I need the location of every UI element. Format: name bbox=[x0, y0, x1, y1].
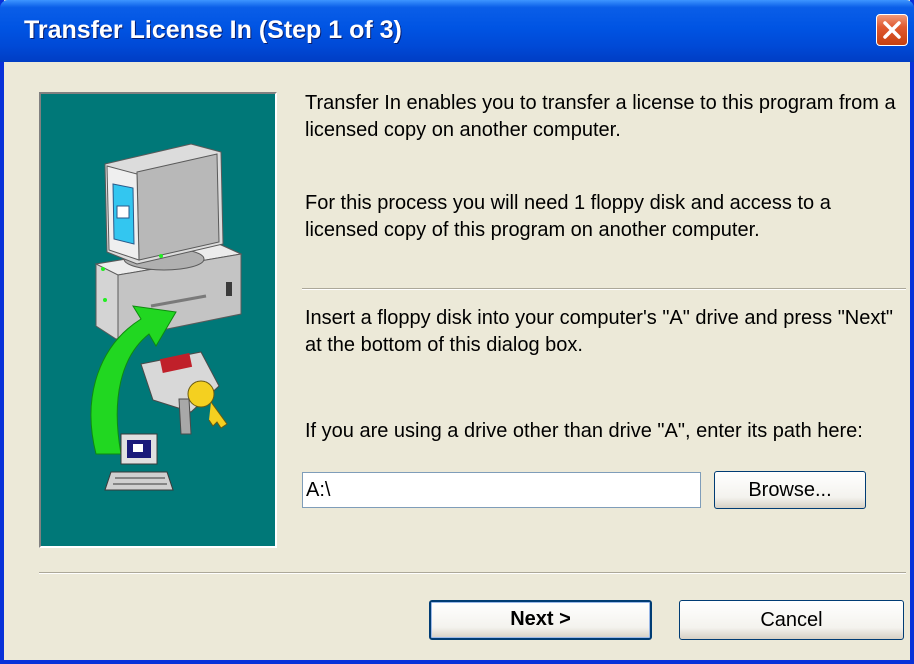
keys-icon bbox=[140, 351, 228, 435]
cancel-button[interactable]: Cancel bbox=[679, 600, 904, 640]
dialog-body: Transfer In enables you to transfer a li… bbox=[4, 62, 910, 660]
requirement-text: For this process you will need 1 floppy … bbox=[305, 192, 831, 241]
next-button[interactable]: Next > bbox=[429, 600, 652, 640]
top-divider bbox=[302, 288, 906, 290]
intro-text: Transfer In enables you to transfer a li… bbox=[305, 92, 896, 141]
instruction-text: Insert a floppy disk into your computer'… bbox=[305, 307, 894, 356]
drive-path-input[interactable] bbox=[302, 472, 701, 508]
close-button[interactable] bbox=[876, 14, 908, 46]
wizard-illustration bbox=[39, 92, 277, 548]
browse-button[interactable]: Browse... bbox=[714, 471, 866, 509]
title-bar[interactable]: Transfer License In (Step 1 of 3) bbox=[0, 0, 914, 62]
path-prompt-label: If you are using a drive other than driv… bbox=[305, 420, 863, 442]
dialog-window: Transfer License In (Step 1 of 3) Transf… bbox=[0, 0, 914, 664]
bottom-divider bbox=[39, 572, 906, 574]
close-icon bbox=[883, 21, 901, 39]
window-title: Transfer License In (Step 1 of 3) bbox=[24, 16, 402, 44]
